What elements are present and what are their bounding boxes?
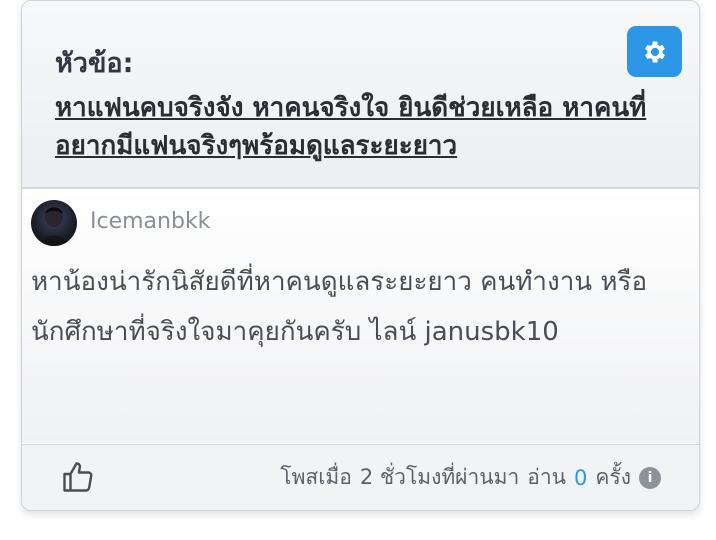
topic-card: หัวข้อ: หาแฟนคบจริงจัง หาคนจริงใจ ยินดีช…: [21, 0, 700, 511]
avatar[interactable]: [31, 200, 77, 246]
post-footer: โพสเมื่อ 2 ชั่วโมงที่ผ่านมา อ่าน 0 ครั้ง…: [22, 444, 699, 510]
settings-button[interactable]: [627, 26, 682, 77]
avatar-image: [39, 207, 69, 246]
info-icon[interactable]: i: [639, 466, 661, 489]
topic-label: หัวข้อ:: [55, 48, 134, 79]
thumbs-up-icon[interactable]: [60, 459, 96, 495]
post-meta: โพสเมื่อ 2 ชั่วโมงที่ผ่านมา อ่าน 0 ครั้ง…: [280, 461, 661, 494]
times-label: ครั้ง: [595, 465, 631, 489]
topic-title-link[interactable]: หาแฟนคบจริงจัง หาคนจริงใจ ยินดีช่วยเหลือ…: [55, 89, 670, 165]
read-label: อ่าน: [527, 465, 567, 489]
view-count: 0: [574, 465, 588, 490]
gear-icon: [644, 41, 665, 62]
post-body: Icemanbkk หาน้องน่ารักนิสัยดีที่หาคนดูแล…: [22, 189, 699, 443]
username[interactable]: Icemanbkk: [90, 209, 210, 234]
posted-time: 2 ชั่วโมงที่ผ่านมา: [359, 465, 520, 489]
post-text: หาน้องน่ารักนิสัยดีที่หาคนดูแลระยะยาว คน…: [31, 267, 648, 347]
posted-prefix: โพสเมื่อ: [280, 465, 352, 489]
topic-header: หัวข้อ: หาแฟนคบจริงจัง หาคนจริงใจ ยินดีช…: [22, 1, 699, 189]
